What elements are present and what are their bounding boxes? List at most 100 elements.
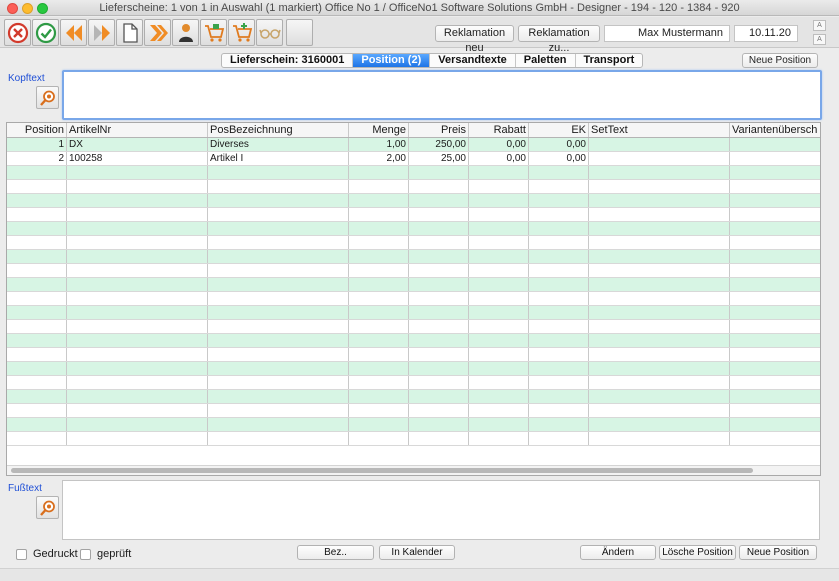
- empty-cell: [349, 264, 409, 277]
- column-header-posbezeichnung[interactable]: PosBezeichnung: [208, 123, 349, 137]
- font-smaller-button[interactable]: A: [813, 34, 826, 45]
- person-button[interactable]: [172, 19, 199, 46]
- cancel-button[interactable]: [4, 19, 31, 46]
- geprueft-label: geprüft: [97, 548, 132, 560]
- empty-cell: [7, 418, 67, 431]
- empty-table-row[interactable]: [7, 180, 820, 194]
- column-header-ek[interactable]: EK: [529, 123, 589, 137]
- kopftext-field[interactable]: [62, 70, 822, 120]
- empty-cell: [589, 418, 730, 431]
- cell-posbezeichnung: Diverses: [208, 138, 349, 151]
- reklamation-zu-button[interactable]: Reklamation zu...: [518, 25, 600, 54]
- empty-table-row[interactable]: [7, 362, 820, 376]
- empty-cell: [208, 390, 349, 403]
- empty-cell: [67, 376, 208, 389]
- empty-table-row[interactable]: [7, 334, 820, 348]
- empty-cell: [529, 348, 589, 361]
- column-header-artikelnr[interactable]: ArtikelNr: [67, 123, 208, 137]
- column-header-position[interactable]: Position: [7, 123, 67, 137]
- empty-cell: [208, 306, 349, 319]
- tab-paletten[interactable]: Paletten: [516, 54, 576, 67]
- empty-table-row[interactable]: [7, 194, 820, 208]
- forward-button[interactable]: [144, 19, 171, 46]
- empty-table-row[interactable]: [7, 264, 820, 278]
- empty-cell: [7, 194, 67, 207]
- empty-cell: [409, 264, 469, 277]
- empty-table-row[interactable]: [7, 418, 820, 432]
- column-header-variantenuebersicht[interactable]: Variantenübersch: [730, 123, 820, 137]
- empty-cell: [409, 418, 469, 431]
- empty-cell: [469, 432, 529, 445]
- neue-position-top-button[interactable]: Neue Position: [742, 53, 818, 68]
- scrollbar-thumb[interactable]: [11, 468, 753, 473]
- next-button[interactable]: [88, 19, 115, 46]
- fusstext-label: Fußtext: [8, 483, 42, 494]
- previous-icon: [65, 24, 82, 41]
- confirm-button[interactable]: [32, 19, 59, 46]
- column-header-menge[interactable]: Menge: [349, 123, 409, 137]
- loesche-position-button[interactable]: Lösche Position: [659, 545, 736, 560]
- empty-toolbar-button[interactable]: [286, 19, 313, 46]
- tab-transport[interactable]: Transport: [576, 54, 643, 67]
- empty-table-row[interactable]: [7, 166, 820, 180]
- tab-lieferschein[interactable]: Lieferschein: 3160001: [222, 54, 354, 67]
- previous-button[interactable]: [60, 19, 87, 46]
- empty-table-row[interactable]: [7, 278, 820, 292]
- empty-cell: [589, 292, 730, 305]
- cell-variantenuebersicht: [730, 152, 820, 165]
- empty-table-row[interactable]: [7, 222, 820, 236]
- empty-table-row[interactable]: [7, 250, 820, 264]
- empty-table-row[interactable]: [7, 390, 820, 404]
- gedruckt-checkbox[interactable]: Gedruckt: [16, 548, 78, 560]
- empty-cell: [7, 348, 67, 361]
- empty-table-row[interactable]: [7, 208, 820, 222]
- fusstext-field[interactable]: [62, 480, 820, 540]
- fusstext-zoom-button[interactable]: [36, 496, 59, 519]
- checkbox-box[interactable]: [16, 548, 27, 560]
- empty-table-row[interactable]: [7, 432, 820, 446]
- empty-cell: [349, 334, 409, 347]
- empty-table-row[interactable]: [7, 306, 820, 320]
- table-body: 1 DX Diverses 1,00 250,00 0,00 0,00 2 10…: [7, 138, 820, 446]
- in-kalender-button[interactable]: In Kalender: [379, 545, 455, 560]
- empty-cell: [529, 334, 589, 347]
- bez-button[interactable]: Bez..: [297, 545, 374, 560]
- neue-position-button[interactable]: Neue Position: [739, 545, 817, 560]
- checkbox-box[interactable]: [80, 548, 91, 560]
- empty-cell: [7, 320, 67, 333]
- column-header-settext[interactable]: SetText: [589, 123, 730, 137]
- empty-cell: [409, 250, 469, 263]
- empty-table-row[interactable]: [7, 376, 820, 390]
- empty-cell: [208, 236, 349, 249]
- empty-cell: [208, 250, 349, 263]
- cart-button[interactable]: [200, 19, 227, 46]
- table-row[interactable]: 1 DX Diverses 1,00 250,00 0,00 0,00: [7, 138, 820, 152]
- new-document-button[interactable]: [116, 19, 143, 46]
- position-table: Position ArtikelNr PosBezeichnung Menge …: [6, 122, 821, 476]
- empty-table-row[interactable]: [7, 320, 820, 334]
- column-header-preis[interactable]: Preis: [409, 123, 469, 137]
- glasses-button[interactable]: [256, 19, 283, 46]
- column-header-rabatt[interactable]: Rabatt: [469, 123, 529, 137]
- empty-table-row[interactable]: [7, 348, 820, 362]
- empty-cell: [469, 194, 529, 207]
- empty-table-row[interactable]: [7, 404, 820, 418]
- cart-add-button[interactable]: [228, 19, 255, 46]
- empty-cell: [589, 236, 730, 249]
- geprueft-checkbox[interactable]: geprüft: [80, 548, 131, 560]
- reklamation-neu-button[interactable]: Reklamation neu: [435, 25, 514, 54]
- empty-cell: [349, 376, 409, 389]
- font-larger-button[interactable]: A: [813, 20, 826, 31]
- empty-table-row[interactable]: [7, 292, 820, 306]
- empty-cell: [67, 404, 208, 417]
- table-row[interactable]: 2 100258 Artikel I 2,00 25,00 0,00 0,00: [7, 152, 820, 166]
- kopftext-zoom-button[interactable]: [36, 86, 59, 109]
- empty-table-row[interactable]: [7, 236, 820, 250]
- horizontal-scrollbar[interactable]: [7, 465, 820, 475]
- empty-cell: [349, 278, 409, 291]
- aendern-button[interactable]: Ändern: [580, 545, 656, 560]
- cell-ek: 0,00: [529, 138, 589, 151]
- tab-position[interactable]: Position (2): [353, 54, 431, 67]
- empty-cell: [349, 404, 409, 417]
- tab-versandtexte[interactable]: Versandtexte: [430, 54, 516, 67]
